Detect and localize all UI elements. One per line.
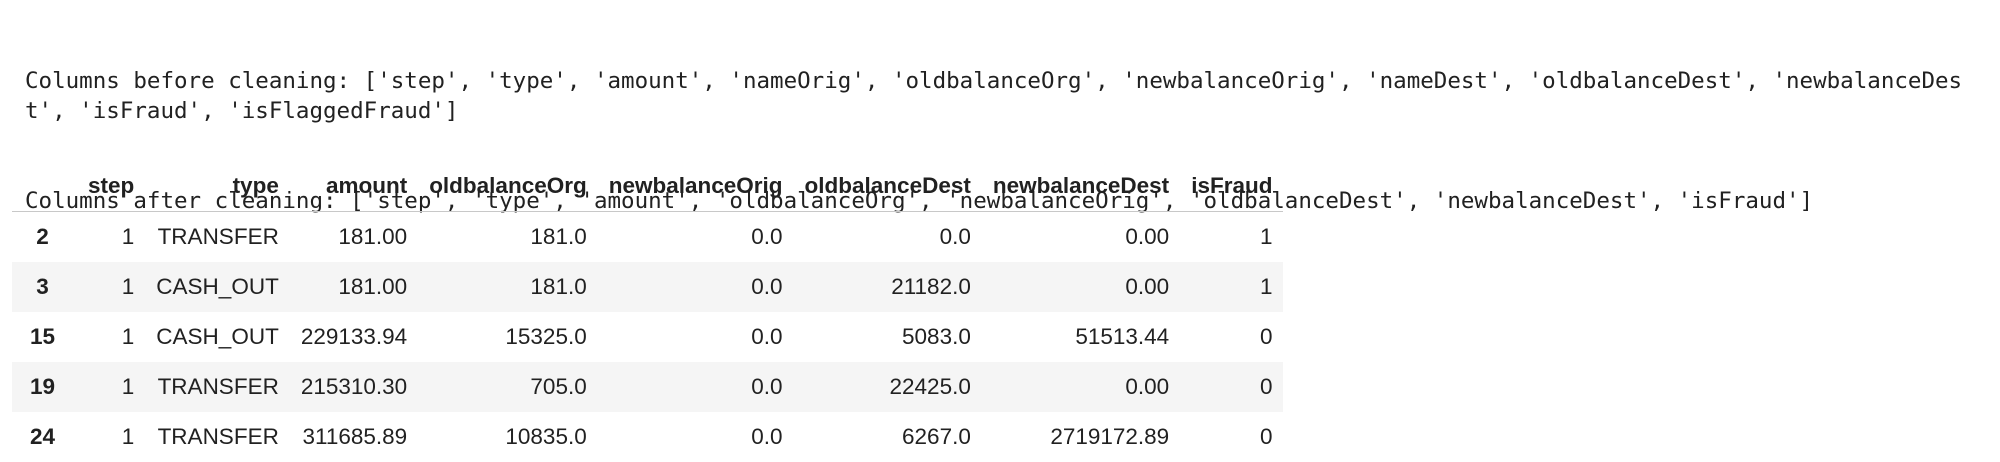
column-header: step bbox=[77, 161, 146, 212]
table-row: 19 1 TRANSFER 215310.30 705.0 0.0 22425.… bbox=[12, 361, 1284, 412]
table-cell: 0.0 bbox=[751, 373, 783, 399]
table-cell: 181.0 bbox=[530, 223, 587, 249]
table-cell: 0.0 bbox=[751, 223, 783, 249]
table-cell: 0 bbox=[1259, 423, 1273, 449]
table-cell: 1 bbox=[121, 323, 135, 349]
table-cell: 10835.0 bbox=[505, 423, 587, 449]
table-cell: 311685.89 bbox=[302, 423, 408, 449]
dataframe-table: step type amount oldbalanceOrg newbalanc… bbox=[12, 161, 1284, 462]
table-cell: 0.00 bbox=[1125, 373, 1170, 399]
table-cell: 1 bbox=[121, 373, 135, 399]
row-index: 2 bbox=[36, 223, 49, 249]
row-index: 19 bbox=[30, 373, 56, 399]
table-cell: 5083.0 bbox=[902, 323, 971, 349]
table-cell: 0.0 bbox=[751, 323, 783, 349]
table-cell: 705.0 bbox=[530, 373, 587, 399]
table-cell: 6267.0 bbox=[902, 423, 971, 449]
table-cell: 0 bbox=[1259, 323, 1273, 349]
table-cell: 22425.0 bbox=[889, 373, 971, 399]
table-cell: 1 bbox=[121, 423, 135, 449]
table-cell: 1 bbox=[1259, 223, 1273, 249]
table-cell: 0 bbox=[1259, 373, 1273, 399]
table-cell: 215310.30 bbox=[300, 373, 408, 399]
table-cell: 1 bbox=[121, 273, 135, 299]
columns-before-line: Columns before cleaning: ['step', 'type'… bbox=[25, 68, 1963, 124]
table-cell: CASH_OUT bbox=[156, 273, 279, 299]
table-row: 2 1 TRANSFER 181.00 181.0 0.0 0.0 0.00 1 bbox=[12, 212, 1283, 262]
header-row: step type amount oldbalanceOrg newbalanc… bbox=[12, 161, 1284, 212]
table-cell: 15325.0 bbox=[505, 323, 587, 349]
table-cell: 181.00 bbox=[338, 223, 408, 249]
table-header: step type amount oldbalanceOrg newbalanc… bbox=[12, 161, 1284, 212]
column-header: newbalanceDest bbox=[981, 161, 1181, 212]
column-header: oldbalanceDest bbox=[793, 161, 982, 212]
column-header: isFraud bbox=[1180, 161, 1284, 212]
table-cell: 229133.94 bbox=[300, 323, 408, 349]
table-cell: 1 bbox=[1259, 273, 1273, 299]
table-cell: 0.00 bbox=[1125, 273, 1170, 299]
table-cell: 0.00 bbox=[1125, 223, 1170, 249]
table-row: 3 1 CASH_OUT 181.00 181.0 0.0 21182.0 0.… bbox=[12, 261, 1284, 312]
table-cell: TRANSFER bbox=[157, 373, 279, 399]
row-index: 24 bbox=[30, 423, 56, 449]
column-header: newbalanceOrig bbox=[597, 161, 794, 212]
column-header: amount bbox=[289, 161, 419, 212]
table-cell: 21182.0 bbox=[891, 273, 971, 299]
table-cell: TRANSFER bbox=[157, 223, 279, 249]
table-row: 24 1 TRANSFER 311685.89 10835.0 0.0 6267… bbox=[12, 412, 1283, 462]
column-header: oldbalanceOrg bbox=[418, 161, 598, 212]
table-cell: 1 bbox=[121, 223, 135, 249]
row-index: 3 bbox=[36, 273, 49, 299]
table-cell: 0.0 bbox=[939, 223, 971, 249]
table-cell: 0.0 bbox=[751, 273, 783, 299]
table-cell: 181.0 bbox=[530, 273, 587, 299]
table-cell: 0.0 bbox=[751, 423, 783, 449]
row-index: 15 bbox=[30, 323, 56, 349]
table-cell: 51513.44 bbox=[1075, 323, 1170, 349]
table-cell: TRANSFER bbox=[157, 423, 279, 449]
table-cell: 2719172.89 bbox=[1050, 423, 1170, 449]
table-cell: 181.00 bbox=[338, 273, 408, 299]
table-row: 15 1 CASH_OUT 229133.94 15325.0 0.0 5083… bbox=[12, 312, 1283, 362]
table-cell: CASH_OUT bbox=[156, 323, 279, 349]
table-body: 2 1 TRANSFER 181.00 181.0 0.0 0.0 0.00 1… bbox=[12, 212, 1284, 462]
column-header: type bbox=[145, 161, 290, 212]
index-header bbox=[12, 161, 78, 212]
